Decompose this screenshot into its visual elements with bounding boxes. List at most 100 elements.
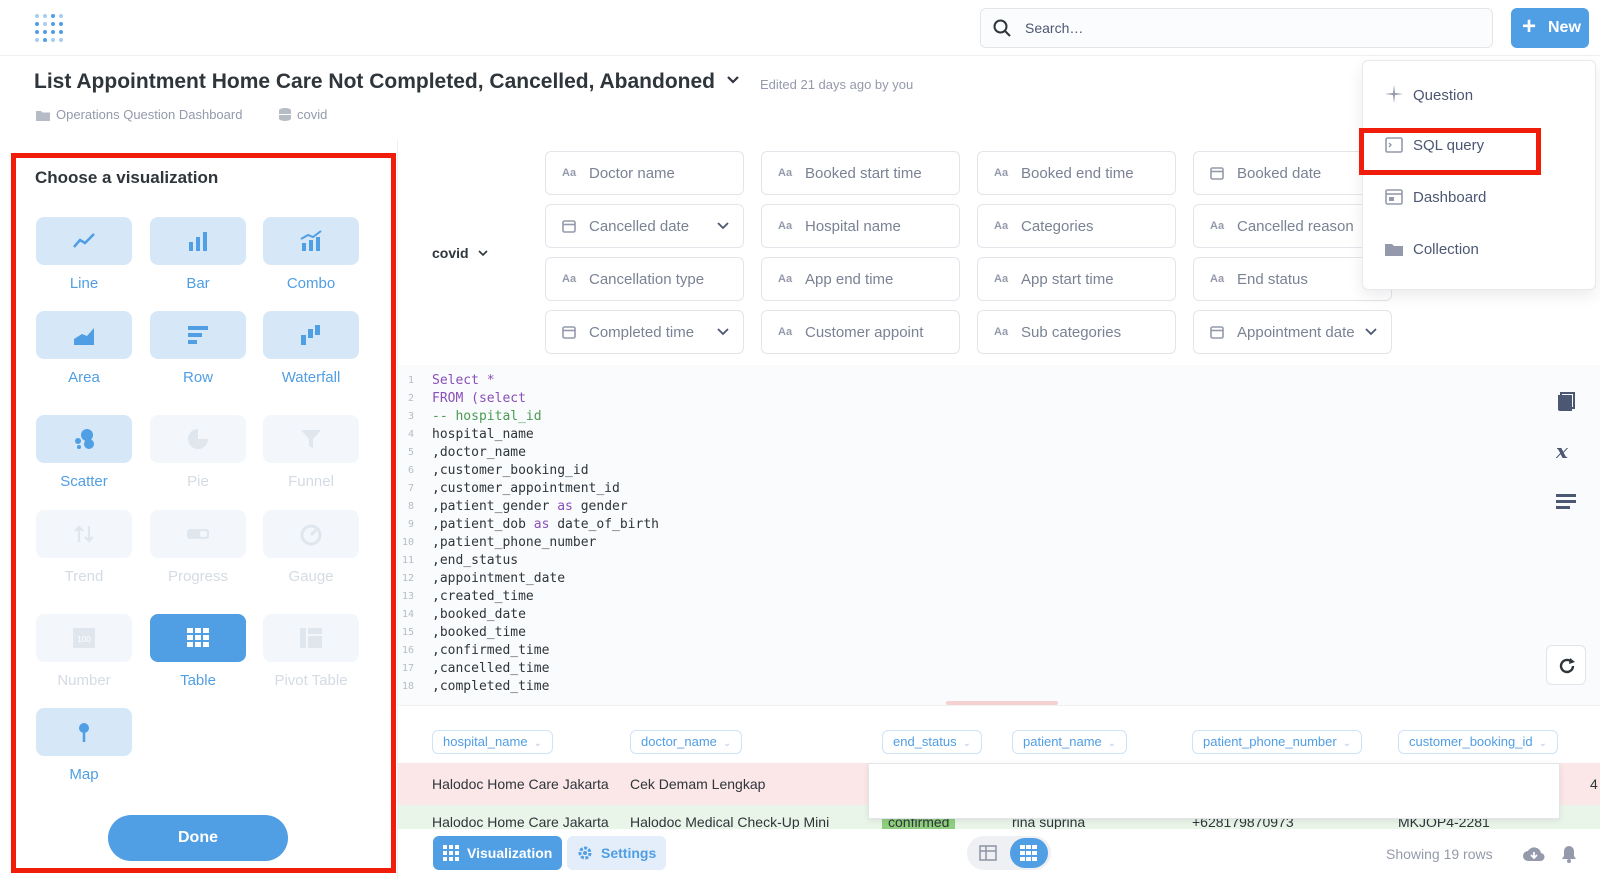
database-selector[interactable]: covid (432, 245, 489, 261)
new-button-label: New (1548, 19, 1581, 36)
run-query-button[interactable] (1546, 645, 1586, 685)
code-line: ,patient_dob as date_of_birth (432, 517, 659, 532)
menu-item-question[interactable]: Question (1385, 85, 1473, 104)
table-cell[interactable]: Halodoc Home Care Jakarta (432, 814, 609, 829)
code-line: ,confirmed_time (432, 643, 550, 658)
top-navbar: Search… + New (0, 0, 1600, 56)
filter-label: Cancelled date (589, 218, 690, 235)
line-number: 2 (407, 393, 414, 404)
line-number: 6 (407, 465, 414, 476)
chart-view-toggle-active[interactable] (1010, 838, 1048, 868)
filter-label: Appointment date (1237, 324, 1355, 341)
line-number: 10 (401, 537, 414, 548)
bell-icon[interactable] (1561, 845, 1577, 863)
breadcrumb-database[interactable]: covid (279, 107, 327, 124)
table-cell[interactable]: 4 (1590, 776, 1598, 792)
text-type-icon: Aa (1210, 220, 1225, 232)
download-icon[interactable] (1522, 845, 1546, 863)
code-line: ,cancelled_time (432, 661, 550, 676)
row-count: Showing 19 rows (1386, 846, 1493, 862)
code-line: ,patient_gender as gender (432, 499, 628, 514)
gear-icon (578, 846, 592, 860)
filter-completed-time[interactable]: Completed time (545, 310, 744, 354)
table-view-icon[interactable] (979, 845, 997, 861)
snippets-icon[interactable] (1555, 492, 1577, 512)
line-number: 16 (401, 645, 414, 656)
code-line: ,end_status (432, 553, 519, 568)
filter-label: Completed time (589, 324, 695, 341)
filter-doctor-name[interactable]: Aa Doctor name (545, 151, 744, 195)
menu-item-dashboard[interactable]: Dashboard (1385, 189, 1486, 206)
filter-label: Sub categories (1021, 324, 1122, 341)
calendar-icon (562, 220, 576, 233)
search-placeholder: Search… (1025, 20, 1084, 36)
column-header-patient-phone-number[interactable]: patient_phone_number ⌄ (1192, 730, 1363, 754)
filter-label: Cancellation type (589, 271, 705, 288)
filter-cancelled-date[interactable]: Cancelled date (545, 204, 744, 248)
text-type-icon: Aa (778, 326, 793, 338)
data-reference-icon[interactable] (1555, 391, 1577, 413)
code-line: Select * (432, 373, 495, 388)
filter-cancellation-type[interactable]: Aa Cancellation type (545, 257, 744, 301)
line-number: 11 (401, 555, 414, 566)
filter-sub-categories[interactable]: Aa Sub categories (977, 310, 1176, 354)
search-icon (993, 19, 1011, 37)
column-header-end-status[interactable]: end_status ⌄ (882, 730, 982, 754)
filter-app-start-time[interactable]: Aa App start time (977, 257, 1176, 301)
line-number: 13 (401, 591, 414, 602)
code-line: -- hospital_id (432, 409, 542, 424)
filter-label: Hospital name (805, 218, 901, 235)
refresh-icon (1559, 658, 1575, 674)
chevron-down-icon[interactable] (726, 75, 740, 85)
filter-label: App end time (805, 271, 894, 288)
code-line: ,customer_appointment_id (432, 481, 620, 496)
line-number: 9 (407, 519, 414, 530)
text-type-icon: Aa (994, 167, 1009, 179)
svg-text:x: x (1555, 440, 1569, 462)
chevron-down-icon (717, 222, 729, 230)
filter-label: End status (1237, 271, 1308, 288)
visualization-button-label: Visualization (467, 845, 553, 861)
visualization-button[interactable]: Visualization (433, 836, 563, 870)
settings-button[interactable]: Settings (567, 836, 667, 870)
chevron-down-icon (478, 250, 489, 257)
column-header-customer-booking-id[interactable]: customer_booking_id ⌄ (1398, 730, 1558, 754)
line-number: 15 (401, 627, 414, 638)
table-cell[interactable]: Halodoc Home Care Jakarta (432, 776, 609, 792)
column-header-hospital-name[interactable]: hospital_name ⌄ (432, 730, 553, 754)
calendar-icon (562, 326, 576, 339)
calendar-icon (1210, 167, 1224, 180)
grid-icon (1020, 845, 1037, 861)
code-line: ,booked_time (432, 625, 526, 640)
table-cell[interactable]: Cek Demam Lengkap (630, 776, 765, 792)
filter-booked-end-time[interactable]: Aa Booked end time (977, 151, 1176, 195)
filter-booked-start-time[interactable]: Aa Booked start time (761, 151, 960, 195)
column-header-patient-name[interactable]: patient_name ⌄ (1012, 730, 1128, 754)
code-line: hospital_name (432, 427, 534, 442)
filter-appointment-date[interactable]: Appointment date (1193, 310, 1392, 354)
filter-categories[interactable]: Aa Categories (977, 204, 1176, 248)
code-line: ,booked_date (432, 607, 526, 622)
sql-editor[interactable]: 1 Select * 2 FROM (select 3 -- hospital_… (398, 365, 1600, 705)
code-line: FROM (select (432, 391, 526, 406)
table-view-toggle[interactable] (967, 836, 1051, 870)
variables-icon[interactable]: x (1555, 440, 1577, 462)
table-cell[interactable]: Halodoc Medical Check-Up Mini (630, 814, 829, 829)
text-type-icon: Aa (778, 273, 793, 285)
line-number: 7 (407, 483, 414, 494)
search-input[interactable]: Search… (980, 8, 1493, 48)
filter-hospital-name[interactable]: Aa Hospital name (761, 204, 960, 248)
question-title[interactable]: List Appointment Home Care Not Completed… (34, 70, 715, 94)
metabase-logo-icon[interactable] (34, 12, 64, 44)
menu-item-collection[interactable]: Collection (1385, 241, 1479, 258)
filter-app-end-time[interactable]: Aa App end time (761, 257, 960, 301)
filter-customer-appoint[interactable]: Aa Customer appoint (761, 310, 960, 354)
new-button[interactable]: + New (1511, 8, 1589, 48)
highlight-annotation-box (11, 153, 396, 873)
breadcrumb-collection[interactable]: Operations Question Dashboard (36, 107, 242, 124)
edited-timestamp[interactable]: Edited 21 days ago by you (760, 77, 913, 92)
column-header-doctor-name[interactable]: doctor_name ⌄ (630, 730, 743, 754)
text-type-icon: Aa (994, 326, 1009, 338)
text-type-icon: Aa (1210, 273, 1225, 285)
code-line: ,doctor_name (432, 445, 526, 460)
